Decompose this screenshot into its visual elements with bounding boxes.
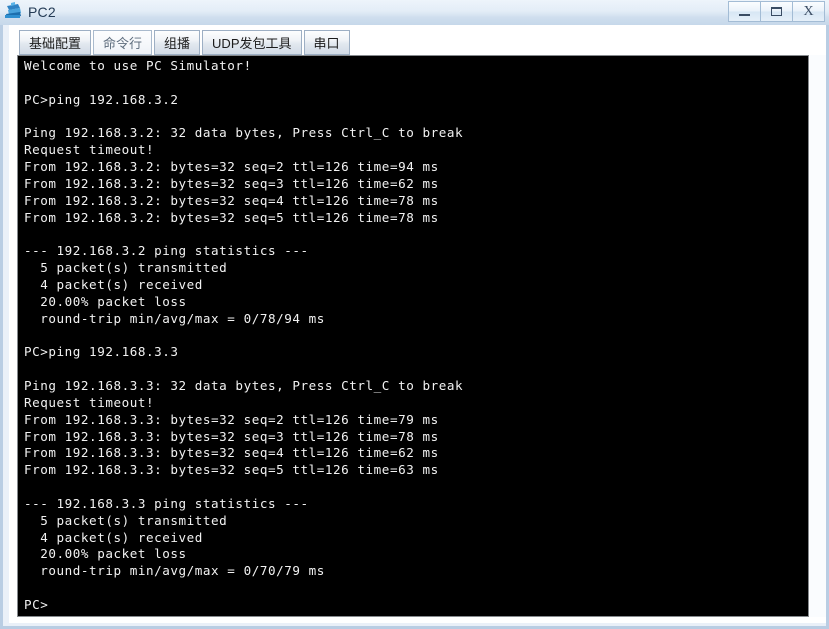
client-inner: 基础配置 命令行 组播 UDP发包工具 串口 Welcome to use PC…: [9, 25, 826, 623]
window-controls: X: [728, 1, 825, 22]
tab-serial-port[interactable]: 串口: [303, 30, 350, 55]
terminal-output: Welcome to use PC Simulator! PC>ping 192…: [24, 58, 464, 612]
minimize-icon: [739, 13, 750, 16]
tab-label: 命令行: [103, 36, 143, 51]
minimize-button[interactable]: [728, 1, 761, 22]
title-bar[interactable]: PC2 X: [0, 0, 829, 25]
pc-device-icon: [3, 2, 25, 22]
maximize-icon: [771, 7, 782, 16]
tab-bar: 基础配置 命令行 组播 UDP发包工具 串口: [19, 28, 352, 55]
tab-label: UDP发包工具: [212, 36, 292, 51]
maximize-button[interactable]: [760, 1, 793, 22]
tab-multicast[interactable]: 组播: [154, 30, 201, 55]
tab-label: 串口: [313, 36, 340, 51]
tab-label: 组播: [164, 36, 191, 51]
close-button[interactable]: X: [792, 1, 825, 22]
tab-command-line[interactable]: 命令行: [93, 30, 153, 55]
tab-udp-packet-tool[interactable]: UDP发包工具: [202, 30, 302, 55]
right-gutter: [810, 55, 826, 617]
close-icon: X: [803, 3, 814, 19]
pc-simulator-window: PC2 X 基础配置 命令行 组播 UDP发包工具 串口 Welcome to …: [0, 0, 829, 629]
terminal-console[interactable]: Welcome to use PC Simulator! PC>ping 192…: [17, 55, 809, 617]
tab-basic-config[interactable]: 基础配置: [19, 30, 92, 55]
window-client-area: 基础配置 命令行 组播 UDP发包工具 串口 Welcome to use PC…: [0, 25, 829, 629]
window-title: PC2: [28, 4, 56, 20]
tab-label: 基础配置: [29, 36, 82, 51]
